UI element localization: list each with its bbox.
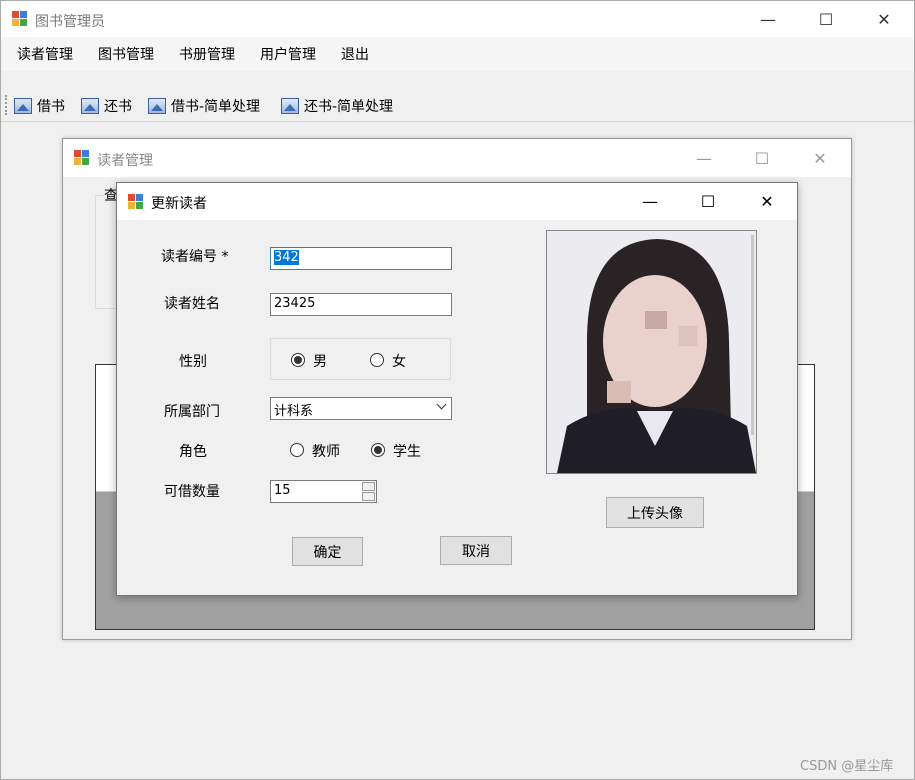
reader-name-label: 读者姓名: [164, 296, 220, 312]
close-button[interactable]: ✕: [752, 188, 782, 214]
close-button[interactable]: ✕: [805, 145, 835, 171]
toolbar-borrow-simple[interactable]: 借书-简单处理: [148, 96, 260, 116]
minimize-button[interactable]: —: [689, 145, 719, 171]
menu-exit[interactable]: 退出: [341, 44, 369, 64]
menu-reader[interactable]: 读者管理: [17, 44, 73, 64]
app-icon: [128, 194, 144, 210]
app-icon: [12, 11, 28, 27]
department-select[interactable]: 计科系: [270, 397, 452, 420]
minimize-button[interactable]: —: [753, 6, 783, 32]
update-reader-dialog: 更新读者 — ☐ ✕ 读者编号 * 342 读者姓名 23425 性别 男 女 …: [116, 182, 798, 596]
toolbar-borrow[interactable]: 借书: [14, 96, 65, 116]
chevron-down-icon: [436, 399, 447, 410]
avatar-picturebox: [546, 230, 757, 474]
role-teacher-label[interactable]: 教师: [312, 441, 340, 461]
mdi-area: [1, 121, 914, 122]
maximize-button[interactable]: ☐: [747, 145, 777, 171]
image-icon: [14, 98, 32, 114]
stepper-down-icon[interactable]: [362, 492, 375, 501]
reader-window-title: 读者管理: [97, 153, 153, 169]
quota-label: 可借数量: [164, 484, 220, 500]
toolbar-return-simple[interactable]: 还书-简单处理: [281, 96, 393, 116]
reader-id-input[interactable]: 342: [270, 247, 452, 270]
menu-book[interactable]: 图书管理: [98, 44, 154, 64]
reader-id-value: 342: [274, 250, 299, 265]
role-student-radio[interactable]: [371, 443, 385, 457]
avatar-photo: [547, 231, 756, 473]
reader-id-label: 读者编号 *: [161, 249, 229, 265]
menu-volume[interactable]: 书册管理: [179, 44, 235, 64]
upload-avatar-button[interactable]: 上传头像: [606, 497, 704, 528]
reader-titlebar[interactable]: 读者管理 — ☐ ✕: [63, 139, 851, 177]
minimize-button[interactable]: —: [635, 188, 665, 214]
role-student-label[interactable]: 学生: [393, 441, 421, 461]
department-label: 所属部门: [164, 404, 220, 420]
maximize-button[interactable]: ☐: [811, 6, 841, 32]
image-icon: [148, 98, 166, 114]
gender-label: 性别: [179, 354, 207, 370]
toolbar-label: 还书-简单处理: [304, 99, 394, 115]
reader-name-input[interactable]: 23425: [270, 293, 452, 316]
quota-value: 15: [274, 483, 291, 498]
gender-male-radio[interactable]: [291, 353, 305, 367]
main-window-title: 图书管理员: [35, 14, 105, 30]
dialog-title: 更新读者: [151, 196, 207, 212]
maximize-button[interactable]: ☐: [693, 188, 723, 214]
gender-male-label[interactable]: 男: [313, 351, 327, 371]
toolbar-label: 借书-简单处理: [171, 99, 261, 115]
role-teacher-radio[interactable]: [290, 443, 304, 457]
cancel-button[interactable]: 取消: [440, 536, 512, 565]
close-button[interactable]: ✕: [869, 6, 899, 32]
reader-name-value: 23425: [274, 296, 316, 311]
toolbar-grip: [5, 95, 9, 115]
dialog-titlebar[interactable]: 更新读者 — ☐ ✕: [117, 183, 797, 220]
toolbar-label: 借书: [37, 99, 65, 115]
image-icon: [281, 98, 299, 114]
department-value: 计科系: [274, 404, 314, 419]
image-icon: [81, 98, 99, 114]
gender-female-radio[interactable]: [370, 353, 384, 367]
quota-stepper[interactable]: 15: [270, 480, 377, 503]
stepper-up-icon[interactable]: [362, 482, 375, 491]
toolbar-return[interactable]: 还书: [81, 96, 132, 116]
ok-button[interactable]: 确定: [292, 537, 363, 566]
role-label: 角色: [179, 444, 207, 460]
menu-user[interactable]: 用户管理: [260, 44, 316, 64]
main-titlebar[interactable]: 图书管理员 — ☐ ✕: [1, 1, 914, 37]
toolbar-label: 还书: [104, 99, 132, 115]
app-icon: [74, 150, 90, 166]
gender-female-label[interactable]: 女: [392, 351, 406, 371]
watermark: CSDN @星尘库: [800, 759, 894, 774]
